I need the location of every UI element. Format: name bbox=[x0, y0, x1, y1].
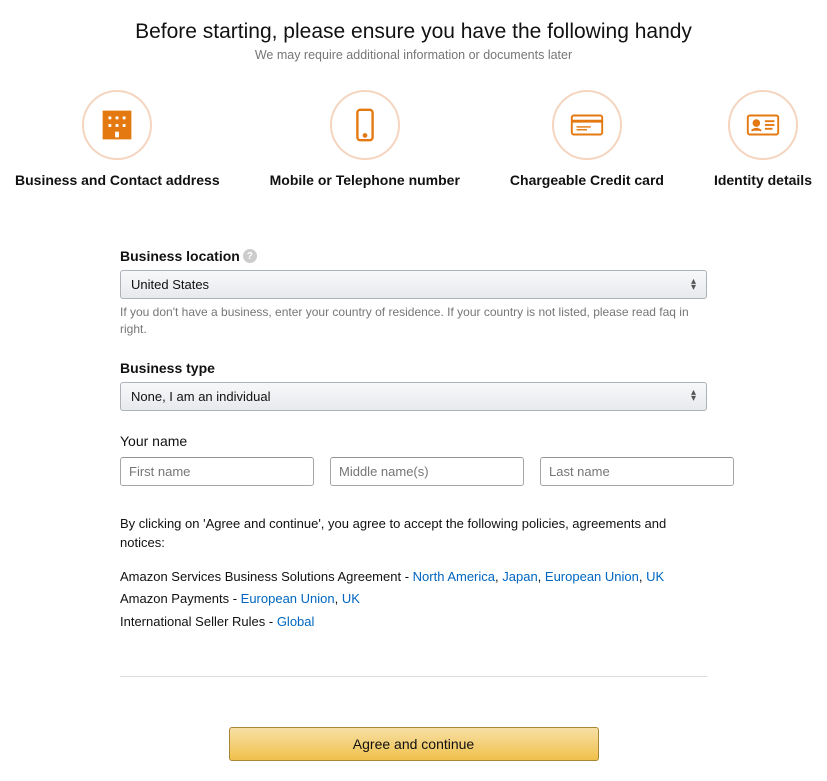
policy-link[interactable]: North America bbox=[413, 569, 495, 584]
chevron-updown-icon: ▴▾ bbox=[691, 279, 696, 291]
help-icon[interactable]: ? bbox=[243, 249, 257, 263]
policy-link[interactable]: Japan bbox=[502, 569, 537, 584]
requirement-business-address: Business and Contact address bbox=[15, 90, 220, 188]
page-title: Before starting, please ensure you have … bbox=[0, 20, 827, 44]
requirement-label: Identity details bbox=[714, 172, 812, 188]
middle-name-input[interactable] bbox=[330, 457, 524, 486]
last-name-input[interactable] bbox=[540, 457, 734, 486]
business-location-hint: If you don't have a business, enter your… bbox=[120, 304, 707, 338]
agree-continue-button[interactable]: Agree and continue bbox=[229, 727, 599, 761]
business-type-group: Business type None, I am an individual ▴… bbox=[120, 360, 707, 411]
policy-row: Amazon Payments - European Union, UK bbox=[120, 589, 707, 609]
form-section: Business location ? United States ▴▾ If … bbox=[0, 218, 827, 781]
policy-row: International Seller Rules - Global bbox=[120, 612, 707, 632]
requirement-credit-card: Chargeable Credit card bbox=[510, 90, 664, 188]
your-name-group: Your name bbox=[120, 433, 707, 486]
chevron-updown-icon: ▴▾ bbox=[691, 390, 696, 402]
divider bbox=[120, 676, 707, 677]
business-location-label: Business location ? bbox=[120, 248, 707, 264]
requirement-identity: Identity details bbox=[714, 90, 812, 188]
requirement-label: Chargeable Credit card bbox=[510, 172, 664, 188]
policies-block: By clicking on 'Agree and continue', you… bbox=[120, 514, 707, 632]
business-location-group: Business location ? United States ▴▾ If … bbox=[120, 248, 707, 338]
requirement-phone: Mobile or Telephone number bbox=[270, 90, 460, 188]
your-name-label: Your name bbox=[120, 433, 707, 449]
page-header: Before starting, please ensure you have … bbox=[0, 0, 827, 72]
policy-row: Amazon Services Business Solutions Agree… bbox=[120, 567, 707, 587]
building-icon bbox=[82, 90, 152, 160]
requirement-label: Business and Contact address bbox=[15, 172, 220, 188]
policy-link[interactable]: UK bbox=[646, 569, 664, 584]
policies-intro: By clicking on 'Agree and continue', you… bbox=[120, 514, 707, 553]
first-name-input[interactable] bbox=[120, 457, 314, 486]
credit-card-icon bbox=[552, 90, 622, 160]
requirement-label: Mobile or Telephone number bbox=[270, 172, 460, 188]
page-subtitle: We may require additional information or… bbox=[0, 48, 827, 62]
policy-link[interactable]: European Union bbox=[545, 569, 639, 584]
business-location-select[interactable]: United States ▴▾ bbox=[120, 270, 707, 299]
business-type-select[interactable]: None, I am an individual ▴▾ bbox=[120, 382, 707, 411]
policy-link[interactable]: European Union bbox=[241, 591, 335, 606]
business-type-label: Business type bbox=[120, 360, 707, 376]
requirements-row: Business and Contact address Mobile or T… bbox=[0, 72, 827, 218]
policy-link[interactable]: UK bbox=[342, 591, 360, 606]
phone-icon bbox=[330, 90, 400, 160]
id-card-icon bbox=[728, 90, 798, 160]
policy-link[interactable]: Global bbox=[277, 614, 315, 629]
